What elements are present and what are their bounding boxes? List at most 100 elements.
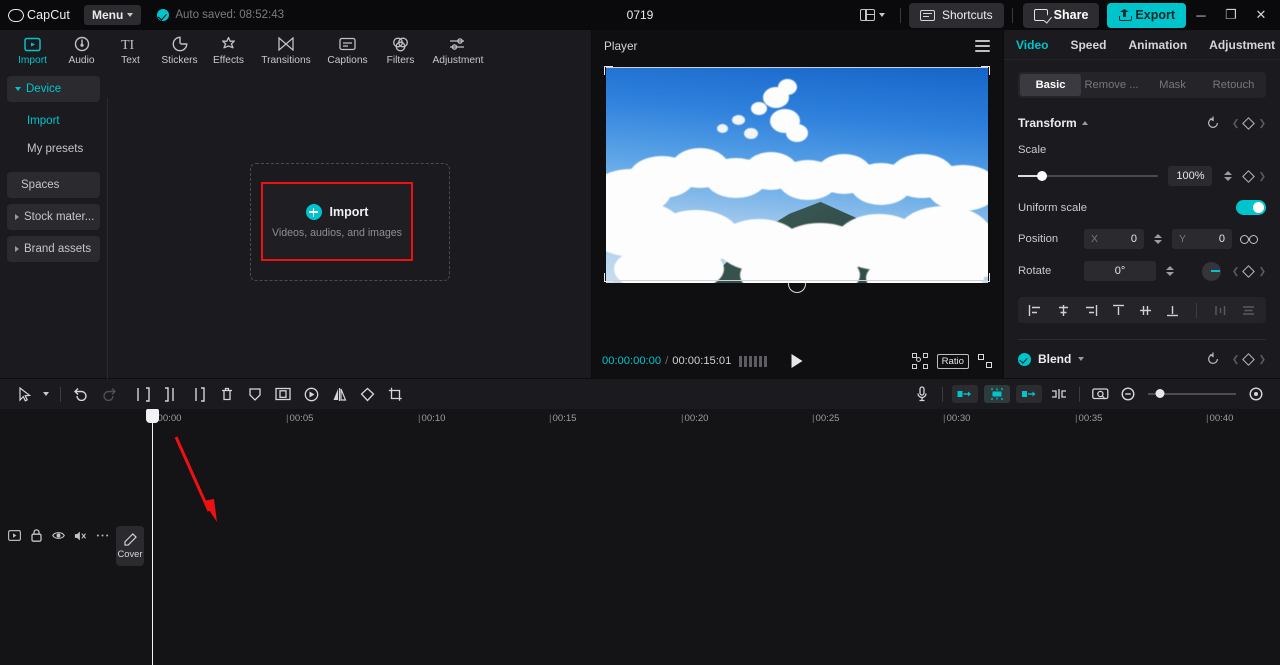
export-button[interactable]: Export [1107, 2, 1186, 28]
crop-frame-icon[interactable] [269, 382, 297, 406]
media-icon[interactable] [8, 529, 21, 542]
auto-fill-center-icon[interactable] [984, 385, 1010, 403]
sidebar-item-spaces[interactable]: Spaces [7, 172, 100, 198]
playhead[interactable] [146, 409, 159, 665]
menu-button[interactable]: Menu [83, 5, 142, 25]
reset-icon[interactable] [1206, 352, 1220, 366]
keyframe-icon[interactable] [1242, 169, 1256, 183]
keyframe-prev-icon[interactable]: ❮ [1232, 118, 1240, 129]
tab-import[interactable]: Import [8, 32, 57, 66]
keyframe-next-icon[interactable]: ❯ [1258, 266, 1266, 277]
reset-icon[interactable] [1206, 116, 1220, 130]
sub-tab-remove-background[interactable]: Remove ... [1081, 74, 1142, 96]
zoom-out-icon[interactable] [1114, 382, 1142, 406]
auto-fill-left-icon[interactable] [952, 385, 978, 403]
keyframe-next-icon[interactable]: ❯ [1258, 354, 1266, 365]
tab-text[interactable]: TI Text [106, 32, 155, 67]
selection-handle-top-left[interactable] [604, 66, 613, 75]
ratio-button[interactable]: Ratio [936, 353, 969, 369]
align-middle-icon[interactable] [1135, 301, 1155, 319]
playhead-knob[interactable] [146, 409, 159, 423]
speed-icon[interactable] [297, 382, 325, 406]
shortcuts-button[interactable]: Shortcuts [908, 2, 1004, 28]
split-icon[interactable] [129, 382, 157, 406]
eye-icon[interactable] [52, 529, 65, 542]
tab-stickers[interactable]: Stickers [155, 32, 204, 66]
trim-left-icon[interactable] [157, 382, 185, 406]
selection-handle-bottom-left[interactable] [604, 273, 613, 282]
hamburger-icon[interactable] [975, 37, 990, 54]
tab-adjustment[interactable]: Adjustment [425, 32, 491, 66]
keyframe-next-icon[interactable]: ❯ [1258, 171, 1266, 182]
redo-icon[interactable] [95, 382, 123, 406]
rotate-stepper[interactable] [1164, 266, 1176, 276]
uniform-scale-toggle[interactable] [1236, 200, 1266, 215]
zoom-slider-knob[interactable] [1155, 389, 1165, 398]
sidebar-item-my-presets[interactable]: My presets [7, 136, 100, 162]
align-center-horizontal-icon[interactable] [1053, 301, 1073, 319]
position-x-stepper[interactable] [1152, 234, 1164, 244]
tab-audio[interactable]: Audio [57, 32, 106, 66]
select-arrow-icon[interactable] [10, 382, 38, 406]
mirror-icon[interactable] [325, 382, 353, 406]
rotate-value[interactable]: 0° [1084, 261, 1156, 281]
sub-tab-mask[interactable]: Mask [1142, 74, 1203, 96]
tab-effects[interactable]: Effects [204, 32, 253, 66]
sidebar-item-brand-assets[interactable]: Brand assets [7, 236, 100, 262]
align-right-icon[interactable] [1081, 301, 1101, 319]
zoom-in-icon[interactable] [1242, 382, 1270, 406]
selection-handle-bottom-right[interactable] [981, 273, 990, 282]
trim-right-icon[interactable] [185, 382, 213, 406]
tab-animation[interactable]: Animation [1128, 38, 1187, 52]
sub-tab-retouch[interactable]: Retouch [1203, 74, 1264, 96]
sidebar-item-import[interactable]: Import [7, 108, 100, 134]
crop-icon[interactable] [381, 382, 409, 406]
distribute-vertical-icon[interactable] [1238, 301, 1258, 319]
minimize-button[interactable]: ─ [1186, 1, 1216, 29]
position-y-field[interactable]: Y 0 [1172, 229, 1232, 249]
tab-adjustment[interactable]: Adjustment [1209, 38, 1275, 52]
scale-value[interactable]: 100% [1168, 166, 1213, 186]
lock-icon[interactable] [30, 529, 43, 542]
selection-handle-top-right[interactable] [981, 66, 990, 75]
keyframe-prev-icon[interactable]: ❮ [1232, 266, 1240, 277]
keyframe-prev-icon[interactable]: ❮ [1232, 354, 1240, 365]
timeline-ruler[interactable]: 00:00 00:05 00:10 00:15 00:20 00:25 00:3… [0, 409, 1280, 431]
preview-icon[interactable] [1086, 382, 1114, 406]
auto-fill-right-icon[interactable] [1016, 385, 1042, 403]
cover-button[interactable]: Cover [116, 526, 144, 566]
expand-icon[interactable] [978, 354, 992, 368]
more-icon[interactable] [96, 529, 109, 542]
rotate-dial[interactable] [1202, 261, 1221, 281]
sidebar-item-device[interactable]: Device [7, 76, 100, 102]
tab-speed[interactable]: Speed [1070, 38, 1106, 52]
import-button[interactable]: Import Videos, audios, and images [261, 182, 413, 261]
sidebar-item-stock-materials[interactable]: Stock mater... [7, 204, 100, 230]
share-button[interactable]: Share [1022, 2, 1100, 28]
scale-stepper[interactable] [1222, 171, 1234, 181]
import-drop-zone[interactable]: Import Videos, audios, and images [250, 163, 450, 281]
position-keyframe-icon[interactable] [1240, 233, 1258, 246]
zoom-fit-icon[interactable] [911, 353, 928, 369]
play-icon[interactable] [791, 354, 803, 368]
position-x-field[interactable]: X 0 [1084, 229, 1144, 249]
freeze-icon[interactable] [241, 382, 269, 406]
mute-icon[interactable] [74, 529, 87, 542]
rotate-handle[interactable] [788, 283, 806, 293]
maximize-button[interactable]: ❐ [1216, 1, 1246, 29]
delete-icon[interactable] [213, 382, 241, 406]
align-left-icon[interactable] [1026, 301, 1046, 319]
layout-button[interactable] [853, 4, 892, 26]
keyframe-icon[interactable] [1242, 116, 1256, 130]
close-button[interactable]: ✕ [1246, 1, 1276, 29]
scale-slider[interactable] [1018, 171, 1159, 181]
scale-slider-knob[interactable] [1036, 171, 1047, 181]
chevron-down-icon[interactable] [38, 382, 54, 406]
chevron-up-icon[interactable] [1081, 121, 1088, 125]
quality-bars-icon[interactable] [739, 355, 768, 367]
keyframe-next-icon[interactable]: ❯ [1258, 118, 1266, 129]
microphone-icon[interactable] [908, 382, 936, 406]
tab-filters[interactable]: Filters [376, 32, 425, 66]
zoom-slider[interactable] [1148, 389, 1236, 398]
align-top-icon[interactable] [1108, 301, 1128, 319]
